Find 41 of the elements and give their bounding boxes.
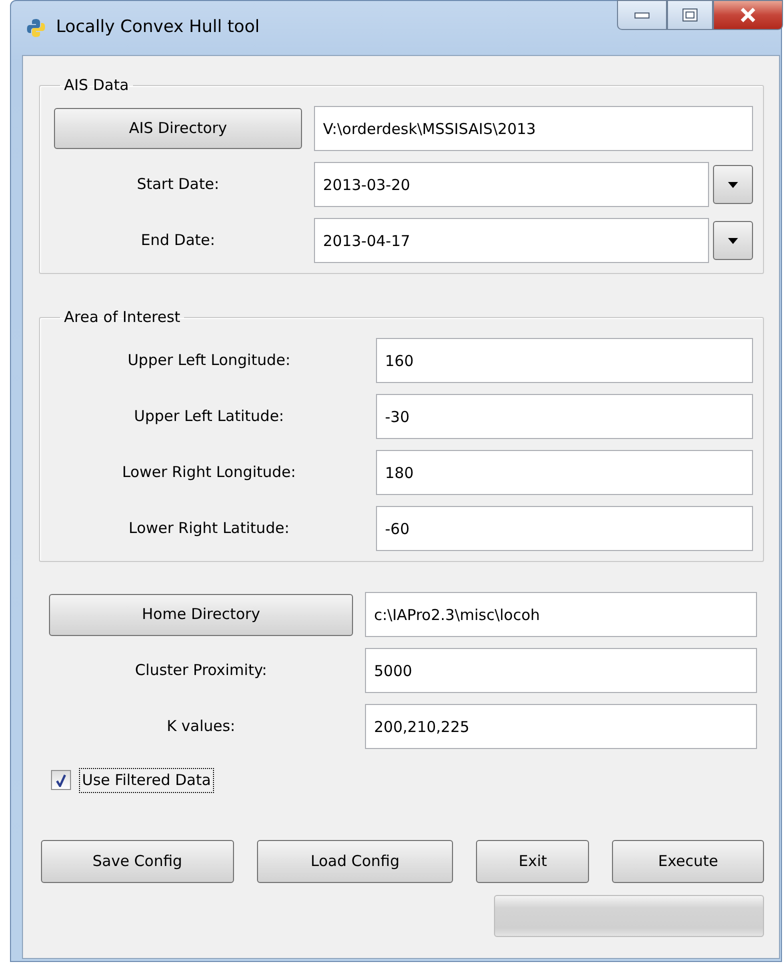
text-field[interactable]: 160 [376, 338, 753, 383]
push-button[interactable]: Execute [612, 840, 764, 882]
text-field[interactable]: -60 [376, 506, 753, 551]
directory-button[interactable]: Home Directory [49, 594, 353, 636]
dropdown-button[interactable] [713, 221, 753, 260]
text-field[interactable]: -30 [376, 394, 753, 439]
caret-icon [728, 238, 738, 244]
text-field[interactable]: 2013-03-20 [314, 162, 709, 207]
checkbox[interactable] [51, 770, 71, 790]
field-label: Upper Left Longitude: [126, 350, 292, 372]
text-field[interactable]: c:\IAPro2.3\misc\locoh [365, 592, 757, 637]
minimize-button[interactable] [617, 0, 667, 30]
field-label: End Date: [140, 230, 216, 252]
maximize-button[interactable] [667, 0, 713, 30]
check-icon [55, 774, 67, 787]
text-field[interactable]: 180 [376, 450, 753, 495]
text-field[interactable]: 2013-04-17 [314, 218, 709, 263]
caret-icon [728, 182, 738, 188]
push-button[interactable]: Exit [476, 840, 590, 882]
field-label: Start Date: [136, 174, 220, 196]
push-button[interactable]: Load Config [256, 840, 454, 882]
dropdown-button[interactable] [713, 165, 753, 204]
minimize-icon [634, 11, 650, 19]
text-field[interactable]: V:\orderdesk\MSSISAIS\2013 [314, 106, 753, 151]
field-label: Upper Left Latitude: [133, 406, 285, 428]
python-icon [26, 18, 46, 38]
close-icon [739, 7, 757, 23]
checkbox-label[interactable]: Use Filtered Data [79, 768, 214, 792]
maximize-icon [682, 8, 698, 22]
push-button[interactable]: Save Config [41, 840, 234, 882]
field-label: K values: [166, 716, 236, 738]
field-label: Lower Right Latitude: [128, 518, 290, 540]
field-label: Cluster Proximity: [134, 660, 268, 682]
text-field[interactable]: 5000 [365, 648, 757, 693]
window-title: Locally Convex Hull tool [56, 16, 260, 40]
directory-button[interactable]: AIS Directory [54, 108, 302, 149]
close-button[interactable] [713, 0, 783, 30]
group-title: AIS Data [63, 78, 130, 93]
field-label: Lower Right Longitude: [121, 462, 297, 484]
group-title: Area of Interest [63, 310, 182, 325]
text-field[interactable]: 200,210,225 [365, 704, 757, 749]
